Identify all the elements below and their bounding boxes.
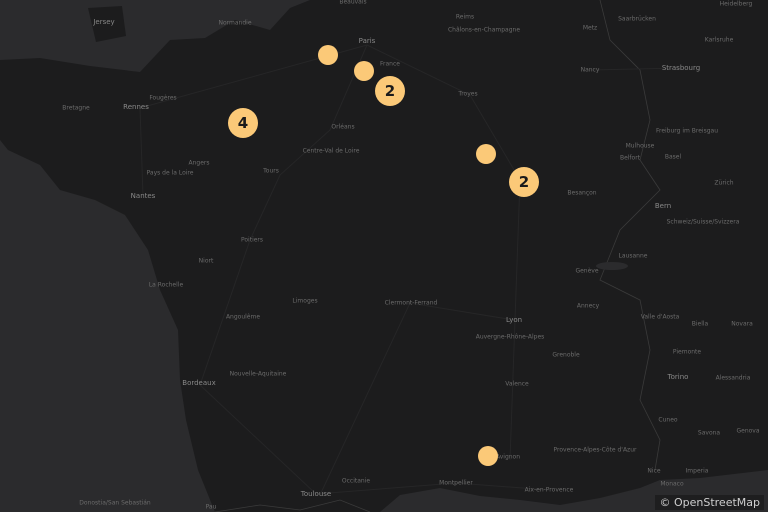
place-label: Clermont-Ferrand — [384, 299, 438, 307]
place-label: Occitanie — [341, 477, 371, 485]
place-label: Nouvelle-Aquitaine — [229, 370, 287, 378]
place-label: Besançon — [567, 189, 597, 197]
place-label: Lyon — [505, 316, 523, 324]
place-label: Metz — [582, 24, 598, 32]
place-label: Torino — [667, 373, 689, 381]
place-label: Cuneo — [658, 416, 678, 424]
place-label: Bretagne — [62, 104, 90, 112]
place-label: Strasbourg — [661, 64, 701, 72]
place-label: Aix-en-Provence — [524, 486, 574, 494]
place-label: Monaco — [660, 480, 684, 488]
place-label: Nancy — [580, 66, 600, 74]
place-label: Limoges — [292, 297, 318, 305]
place-label: Saarbrücken — [618, 15, 656, 23]
place-label: Jersey — [93, 18, 115, 26]
place-label: Nice — [647, 467, 661, 475]
place-label: Genève — [575, 267, 599, 275]
place-label: Tours — [263, 167, 279, 175]
place-label: Angoulême — [225, 313, 261, 321]
place-label: Karlsruhe — [704, 36, 734, 44]
place-label: Toulouse — [300, 490, 332, 498]
place-label: Piemonte — [672, 348, 702, 356]
place-label: La Rochelle — [148, 281, 184, 289]
place-label: Grenoble — [552, 351, 580, 359]
place-label: Mulhouse — [625, 142, 655, 150]
place-label: Niort — [198, 257, 214, 265]
place-label: Valence — [505, 380, 529, 388]
place-label: Imperia — [685, 467, 709, 475]
place-label: Heidelberg — [719, 0, 753, 8]
place-label: Lausanne — [618, 252, 648, 260]
attribution-text[interactable]: © OpenStreetMap — [655, 495, 764, 510]
location-marker[interactable] — [318, 45, 338, 65]
place-label: Beauvais — [339, 0, 367, 6]
place-label: Centre-Val de Loire — [302, 147, 360, 155]
place-label: Alessandria — [715, 374, 751, 382]
place-label: Genova — [736, 427, 760, 435]
map-canvas[interactable]: Jersey Normandie Beauvais Paris France Reims C… — [0, 0, 768, 512]
location-marker[interactable] — [354, 61, 374, 81]
place-label: Châlons-en-Champagne — [447, 26, 521, 34]
place-label: Novara — [731, 320, 753, 328]
place-label: Paris — [358, 37, 376, 45]
cluster-marker[interactable]: 4 — [228, 108, 258, 138]
place-label: Fougères — [149, 94, 177, 102]
place-label: Savona — [697, 429, 721, 437]
place-label: Bern — [654, 202, 672, 210]
place-label: Rennes — [123, 103, 149, 111]
place-label: Auvergne-Rhône-Alpes — [475, 333, 545, 341]
place-label: Angers — [188, 159, 210, 167]
place-label: Basel — [664, 153, 682, 161]
place-label: Zürich — [714, 179, 734, 187]
place-label: Valle d'Aosta — [640, 313, 680, 321]
place-label: Schweiz/Suisse/Svizzera — [666, 218, 740, 226]
lake — [596, 262, 628, 270]
place-label: Donostia/San Sebastián — [79, 499, 151, 507]
place-label: Nantes — [130, 192, 156, 200]
cluster-marker[interactable]: 2 — [375, 76, 405, 106]
place-label: Montpellier — [439, 479, 473, 487]
place-label: Normandie — [218, 19, 252, 27]
place-label: Annecy — [576, 302, 600, 310]
place-label: Belfort — [619, 154, 641, 162]
place-label: Pau — [205, 503, 217, 511]
place-label: Biella — [691, 320, 709, 328]
place-label: Bordeaux — [182, 379, 216, 387]
place-label: Pays de la Loire — [146, 169, 194, 177]
place-label: Avignon — [495, 453, 521, 461]
place-label: Provence-Alpes-Côte d'Azur — [553, 446, 637, 454]
place-label: Freiburg im Breisgau — [655, 127, 719, 135]
place-label: Troyes — [458, 90, 478, 98]
location-marker[interactable] — [476, 144, 496, 164]
place-label: Poitiers — [240, 236, 264, 244]
place-label: France — [380, 60, 400, 68]
place-label: Orléans — [331, 123, 355, 131]
place-label: Reims — [455, 13, 475, 21]
location-marker[interactable] — [478, 446, 498, 466]
cluster-marker[interactable]: 2 — [509, 167, 539, 197]
